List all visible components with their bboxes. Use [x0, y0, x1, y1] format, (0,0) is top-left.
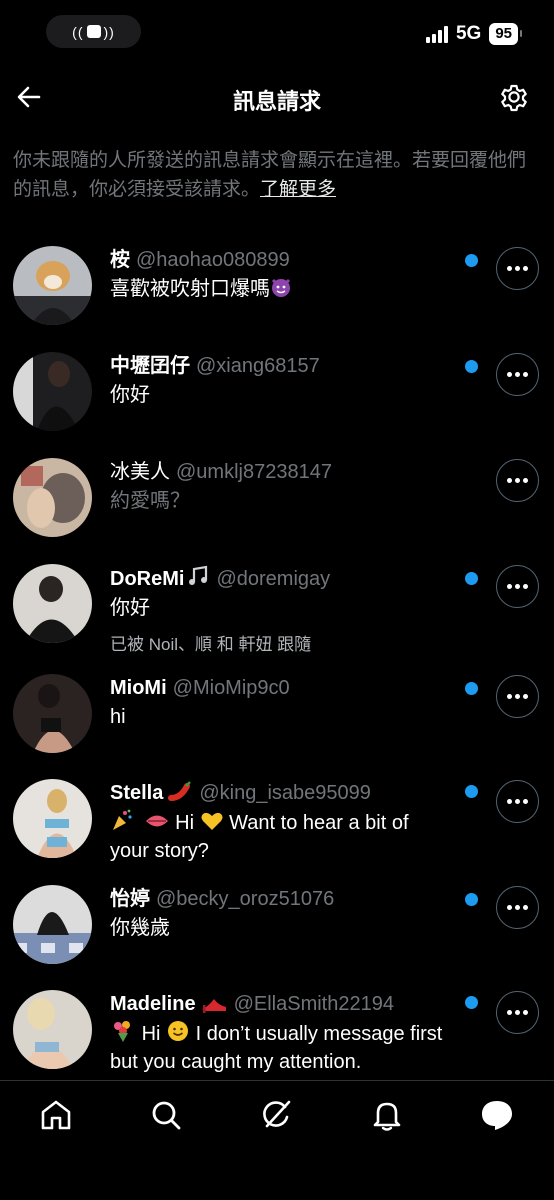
high-heel-emoji: [201, 999, 226, 1013]
message-preview: Want to hear a bit of: [229, 812, 409, 834]
sender-name: 中壢囝仔: [110, 355, 190, 377]
unread-indicator: [465, 996, 478, 1009]
avatar[interactable]: [13, 352, 92, 431]
unread-indicator: [465, 254, 478, 267]
more-options-button[interactable]: [496, 565, 539, 608]
sender-handle: @EllaSmith22194: [233, 993, 394, 1015]
sender-handle: @xiang68157: [196, 355, 320, 377]
more-options-button[interactable]: [496, 353, 539, 396]
requests-info-text: 你未跟隨的人所發送的訊息請求會顯示在這裡。若要回覆他們的訊息，你必須接受該請求。…: [13, 146, 533, 204]
search-icon[interactable]: [148, 1097, 184, 1133]
avatar[interactable]: [13, 674, 92, 753]
music-note-emoji: [189, 565, 208, 585]
gear-icon[interactable]: [498, 81, 530, 113]
bouquet-emoji: [114, 1021, 130, 1042]
messages-icon[interactable]: [479, 1097, 515, 1133]
sender-name: MioMi: [110, 677, 167, 699]
dynamic-island: (()): [46, 15, 141, 48]
followed-by-text: 已被 Noil、順 和 軒妞 跟隨: [110, 635, 312, 654]
notifications-icon[interactable]: [369, 1097, 405, 1133]
header: 訊息請求: [0, 70, 554, 128]
chili-pepper-emoji: [168, 781, 192, 801]
message-preview: I don’t usually message first: [195, 1023, 443, 1045]
sender-handle: @MioMip9c0: [172, 677, 290, 699]
yellow-heart-emoji: [201, 812, 223, 830]
avatar[interactable]: [13, 885, 92, 964]
sender-handle: @becky_oroz51076: [156, 888, 335, 910]
sender-handle: @doremigay: [216, 568, 331, 590]
camera-icon: [86, 25, 101, 38]
sender-name: DoReMi: [110, 568, 185, 590]
more-options-button[interactable]: [496, 886, 539, 929]
message-preview: 喜歡被吹射口爆嗎: [110, 278, 270, 300]
unread-indicator: [465, 572, 478, 585]
more-options-button[interactable]: [496, 675, 539, 718]
bottom-tab-bar: [0, 1080, 554, 1200]
smiling-devil-emoji: [271, 278, 291, 297]
sound-waves-icon: )): [103, 23, 115, 40]
unread-indicator: [465, 893, 478, 906]
network-type: 5G: [455, 23, 482, 44]
avatar[interactable]: [13, 564, 92, 643]
avatar[interactable]: [13, 990, 92, 1069]
smiling-face-emoji: [168, 1021, 189, 1041]
more-options-button[interactable]: [496, 459, 539, 502]
more-options-button[interactable]: [496, 780, 539, 823]
avatar[interactable]: [13, 779, 92, 858]
sender-name: 桉: [110, 249, 130, 271]
signal-icon: [425, 25, 448, 43]
message-preview: 你好: [110, 597, 150, 619]
message-preview: but you caught my attention.: [110, 1051, 362, 1073]
grok-icon[interactable]: [258, 1097, 294, 1133]
more-options-button[interactable]: [496, 247, 539, 290]
sender-handle: @umklj87238147: [176, 461, 332, 483]
unread-indicator: [465, 360, 478, 373]
message-preview: hi: [110, 706, 126, 728]
message-preview: 你好: [110, 384, 150, 406]
sender-handle: @haohao080899: [136, 249, 290, 271]
home-icon[interactable]: [38, 1097, 74, 1133]
confetti-emoji: [113, 809, 132, 830]
avatar[interactable]: [13, 246, 92, 325]
message-preview: Hi: [141, 1023, 161, 1045]
sender-handle: @king_isabe95099: [199, 782, 371, 804]
sender-name: 冰美人: [110, 461, 170, 483]
message-preview: 你幾歲: [110, 917, 170, 939]
lips-emoji: [145, 815, 168, 827]
sender-name: Stella: [110, 782, 164, 804]
status-bar: (()) 5G 95: [0, 0, 554, 70]
sound-waves-icon: ((: [72, 23, 84, 40]
message-preview: your story?: [110, 840, 209, 862]
message-preview: Hi: [175, 812, 195, 834]
unread-indicator: [465, 682, 478, 695]
more-options-button[interactable]: [496, 991, 539, 1034]
message-preview: 約愛嗎？: [110, 490, 190, 512]
page-title: 訊息請求: [232, 89, 321, 114]
battery-icon: 95: [489, 23, 522, 45]
learn-more-link[interactable]: 了解更多: [260, 179, 336, 200]
avatar[interactable]: [13, 458, 92, 537]
sender-name: 怡婷: [110, 888, 150, 910]
unread-indicator: [465, 785, 478, 798]
sender-name: Madeline: [110, 993, 196, 1015]
